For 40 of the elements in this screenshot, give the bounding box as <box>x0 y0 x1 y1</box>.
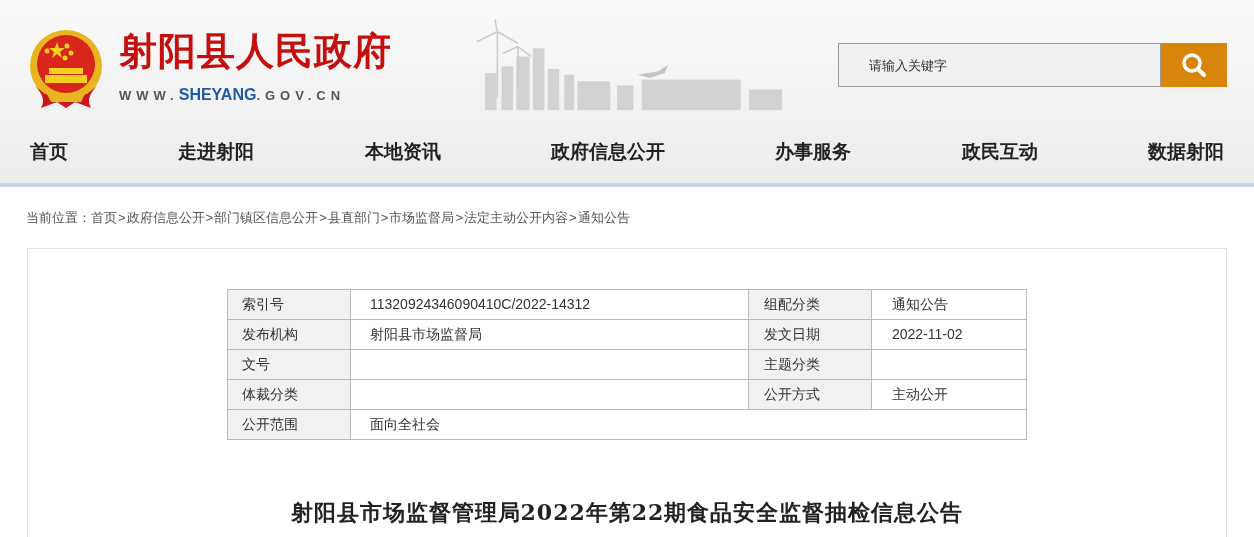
table-value-cell: 面向全社会 <box>351 409 1027 439</box>
table-label-cell: 组配分类 <box>749 289 872 319</box>
breadcrumb-link[interactable]: 首页 <box>91 208 117 228</box>
search-field[interactable]: 请输入关键字 <box>838 43 1161 87</box>
url-prefix: WWW. <box>119 87 179 106</box>
url-suffix: .GOV.CN <box>256 87 346 106</box>
breadcrumb-link[interactable]: 县直部门 <box>327 208 380 228</box>
breadcrumb-separator: > <box>205 209 214 227</box>
table-label-cell: 发文日期 <box>749 319 872 349</box>
breadcrumb-link[interactable]: 通知公告 <box>577 208 630 228</box>
nav-link[interactable]: 走进射阳 <box>178 138 255 167</box>
breadcrumb-separator: > <box>454 209 464 227</box>
nav-link[interactable]: 本地资讯 <box>364 138 441 167</box>
breadcrumb-separator: > <box>117 209 127 227</box>
table-label-cell: 体裁分类 <box>228 379 351 409</box>
table-value-cell: 主动公开 <box>872 379 1027 409</box>
table-label-cell: 公开范围 <box>228 409 351 439</box>
breadcrumb-link[interactable]: 部门镇区信息公开 <box>214 208 319 228</box>
table-value-cell: 通知公告 <box>872 289 1027 319</box>
nav-link[interactable]: 办事服务 <box>775 138 852 167</box>
nav-link[interactable]: 数据射阳 <box>1147 138 1224 167</box>
nav-link[interactable]: 首页 <box>30 138 68 167</box>
site-title: 射阳县人民政府 <box>119 32 392 71</box>
breadcrumb-label: 当前位置： <box>26 209 91 227</box>
breadcrumb-link[interactable]: 市场监督局 <box>389 208 455 228</box>
table-label-cell: 索引号 <box>228 289 351 319</box>
nav-link[interactable]: 政府信息公开 <box>551 138 665 167</box>
table-label-cell: 发布机构 <box>228 319 351 349</box>
article-title: 射阳县市场监督管理局2022年第22期食品安全监督抽检信息公告 <box>290 497 964 527</box>
table-label-cell: 主题分类 <box>749 349 872 379</box>
table-label-cell: 公开方式 <box>749 379 872 409</box>
breadcrumb-separator: > <box>318 209 328 227</box>
table-value-cell: 2022-11-02 <box>872 319 1027 349</box>
nav-link[interactable]: 政民互动 <box>961 138 1038 167</box>
breadcrumb-separator: > <box>379 209 389 227</box>
breadcrumb-separator: > <box>567 209 578 227</box>
breadcrumb-link[interactable]: 法定主动公开内容 <box>463 208 568 228</box>
table-label-cell: 文号 <box>228 349 351 379</box>
breadcrumb-link[interactable]: 政府信息公开 <box>126 208 205 228</box>
url-domain: SHEYANG <box>178 86 257 106</box>
